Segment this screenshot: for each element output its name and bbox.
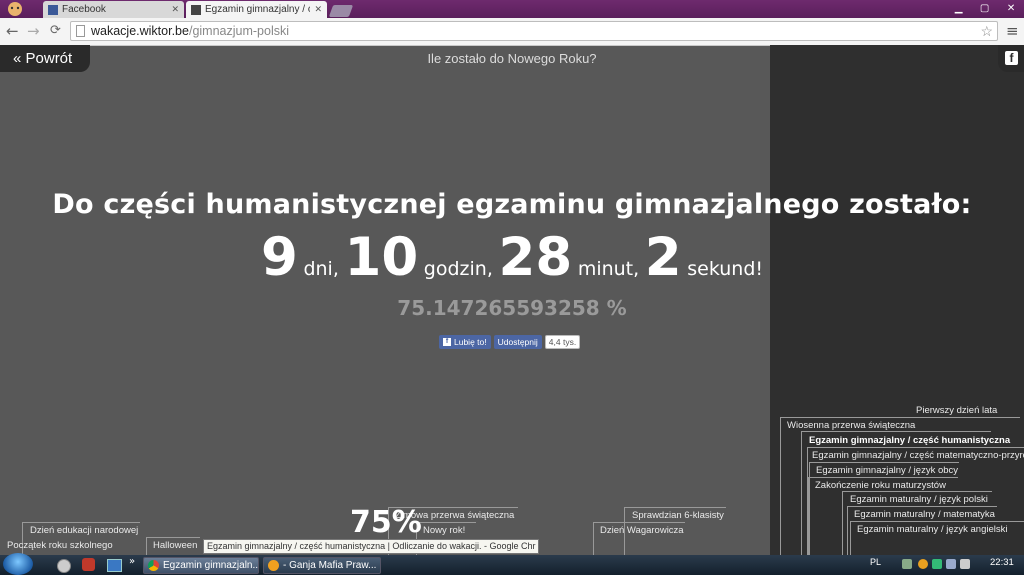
page-title: Do części humanistycznej egzaminu gimnaz… <box>52 189 972 220</box>
social-buttons: f Lubię to! Udostępnij 4,4 tys. <box>439 335 581 349</box>
countdown-days: 9 <box>260 227 298 288</box>
facebook-icon: f <box>1005 51 1018 65</box>
taskbar-item-player[interactable]: - Ganja Mafia Praw... <box>263 557 381 574</box>
taskbar-tooltip: Egzamin gimnazjalny / część humanistyczn… <box>203 539 540 554</box>
timeline-event[interactable]: Egzamin maturalny / język polski <box>850 494 988 505</box>
countdown-minutes: 28 <box>498 227 573 288</box>
timeline-event[interactable]: Egzamin gimnazjalny / język obcy <box>816 465 958 476</box>
window-controls: ▁ ▢ ✕ <box>946 0 1024 16</box>
timeline-event[interactable]: Zakończenie roku maturzystów <box>815 480 946 491</box>
timeline-event[interactable]: Dzień edukacji narodowej <box>30 525 138 536</box>
site-favicon-icon <box>191 4 201 15</box>
player-icon <box>268 560 279 571</box>
timeline-event[interactable]: Nowy rok! <box>423 525 465 536</box>
like-count: 4,4 tys. <box>544 335 581 349</box>
tray-icon[interactable] <box>902 559 912 569</box>
tray-icon[interactable] <box>918 559 928 569</box>
countdown-minutes-label: minut, <box>577 258 640 280</box>
timeline-event[interactable]: Wiosenna przerwa świąteczna <box>787 420 915 431</box>
timeline-event[interactable]: Egzamin maturalny / język angielski <box>857 524 1007 535</box>
countdown-days-label: dni, <box>303 258 339 280</box>
new-year-link[interactable]: Ile zostało do Nowego Roku? <box>380 51 644 66</box>
quicklaunch-more-icon[interactable]: » <box>129 556 135 567</box>
tray-icon[interactable] <box>932 559 942 569</box>
timeline-progress-label: 75% <box>350 505 422 540</box>
timeline-event[interactable]: Halloween <box>153 540 197 551</box>
taskbar-item-chrome[interactable]: Egzamin gimnazjaln... <box>143 557 259 574</box>
minimize-icon[interactable]: ▁ <box>955 3 963 14</box>
share-button[interactable]: Udostępnij <box>493 335 542 349</box>
tab-egzamin[interactable]: Egzamin gimnazjalny / część ✕ <box>186 1 327 18</box>
maximize-icon[interactable]: ▢ <box>980 3 989 14</box>
network-icon[interactable] <box>946 559 956 569</box>
quicklaunch-desktop-icon[interactable] <box>107 559 122 572</box>
facebook-icon: f <box>443 338 451 346</box>
forward-arrow-icon[interactable]: → <box>27 22 40 40</box>
back-arrow-icon[interactable]: ← <box>6 22 19 40</box>
timeline-event[interactable]: Początek roku szkolnego <box>7 540 113 551</box>
volume-icon[interactable] <box>960 559 970 569</box>
quicklaunch-browser-icon[interactable] <box>57 559 71 573</box>
close-tab-icon[interactable]: ✕ <box>171 4 179 15</box>
countdown-seconds-label: sekund! <box>687 258 764 280</box>
chrome-icon <box>148 560 159 571</box>
bookmark-star-icon[interactable]: ☆ <box>980 22 993 40</box>
menu-icon[interactable]: ≡ <box>1006 22 1019 40</box>
timeline-event[interactable]: Egzamin gimnazjalny / część matematyczno… <box>812 450 1024 461</box>
timeline-event[interactable]: Sprawdzian 6-klasisty <box>632 510 724 521</box>
start-button-icon[interactable] <box>3 553 33 575</box>
close-tab-icon[interactable]: ✕ <box>314 4 322 15</box>
language-indicator[interactable]: PL <box>870 557 881 567</box>
reload-icon[interactable]: ⟳ <box>50 23 61 38</box>
close-window-icon[interactable]: ✕ <box>1007 3 1015 14</box>
timeline-event-current[interactable]: Egzamin gimnazjalny / część humanistyczn… <box>809 435 1010 446</box>
quicklaunch-app-icon[interactable] <box>82 558 95 571</box>
browser-avatar-icon <box>4 0 26 18</box>
countdown-display: 9 dni, 10 godzin, 28 minut, 2 sekund! <box>0 227 1024 288</box>
like-button[interactable]: f Lubię to! <box>439 335 491 349</box>
countdown-hours-label: godzin, <box>423 258 493 280</box>
tab-facebook[interactable]: Facebook ✕ <box>43 1 184 18</box>
facebook-link-button[interactable]: f <box>998 45 1024 72</box>
timeline-event[interactable]: Pierwszy dzień lata <box>916 405 997 416</box>
timeline-event[interactable]: Dzień Wagarowicza <box>600 525 684 536</box>
back-button[interactable]: « Powrót <box>0 45 90 72</box>
progress-percent: 75.147265593258 % <box>397 296 627 320</box>
page-icon <box>76 25 85 37</box>
countdown-seconds: 2 <box>644 227 682 288</box>
countdown-hours: 10 <box>344 227 419 288</box>
timeline-event[interactable]: Egzamin maturalny / matematyka <box>854 509 995 520</box>
taskbar-clock[interactable]: 22:31 <box>990 557 1014 568</box>
facebook-favicon-icon <box>48 4 58 15</box>
address-bar[interactable]: wakacje.wiktor.be/gimnazjum-polski ☆ <box>70 21 998 41</box>
